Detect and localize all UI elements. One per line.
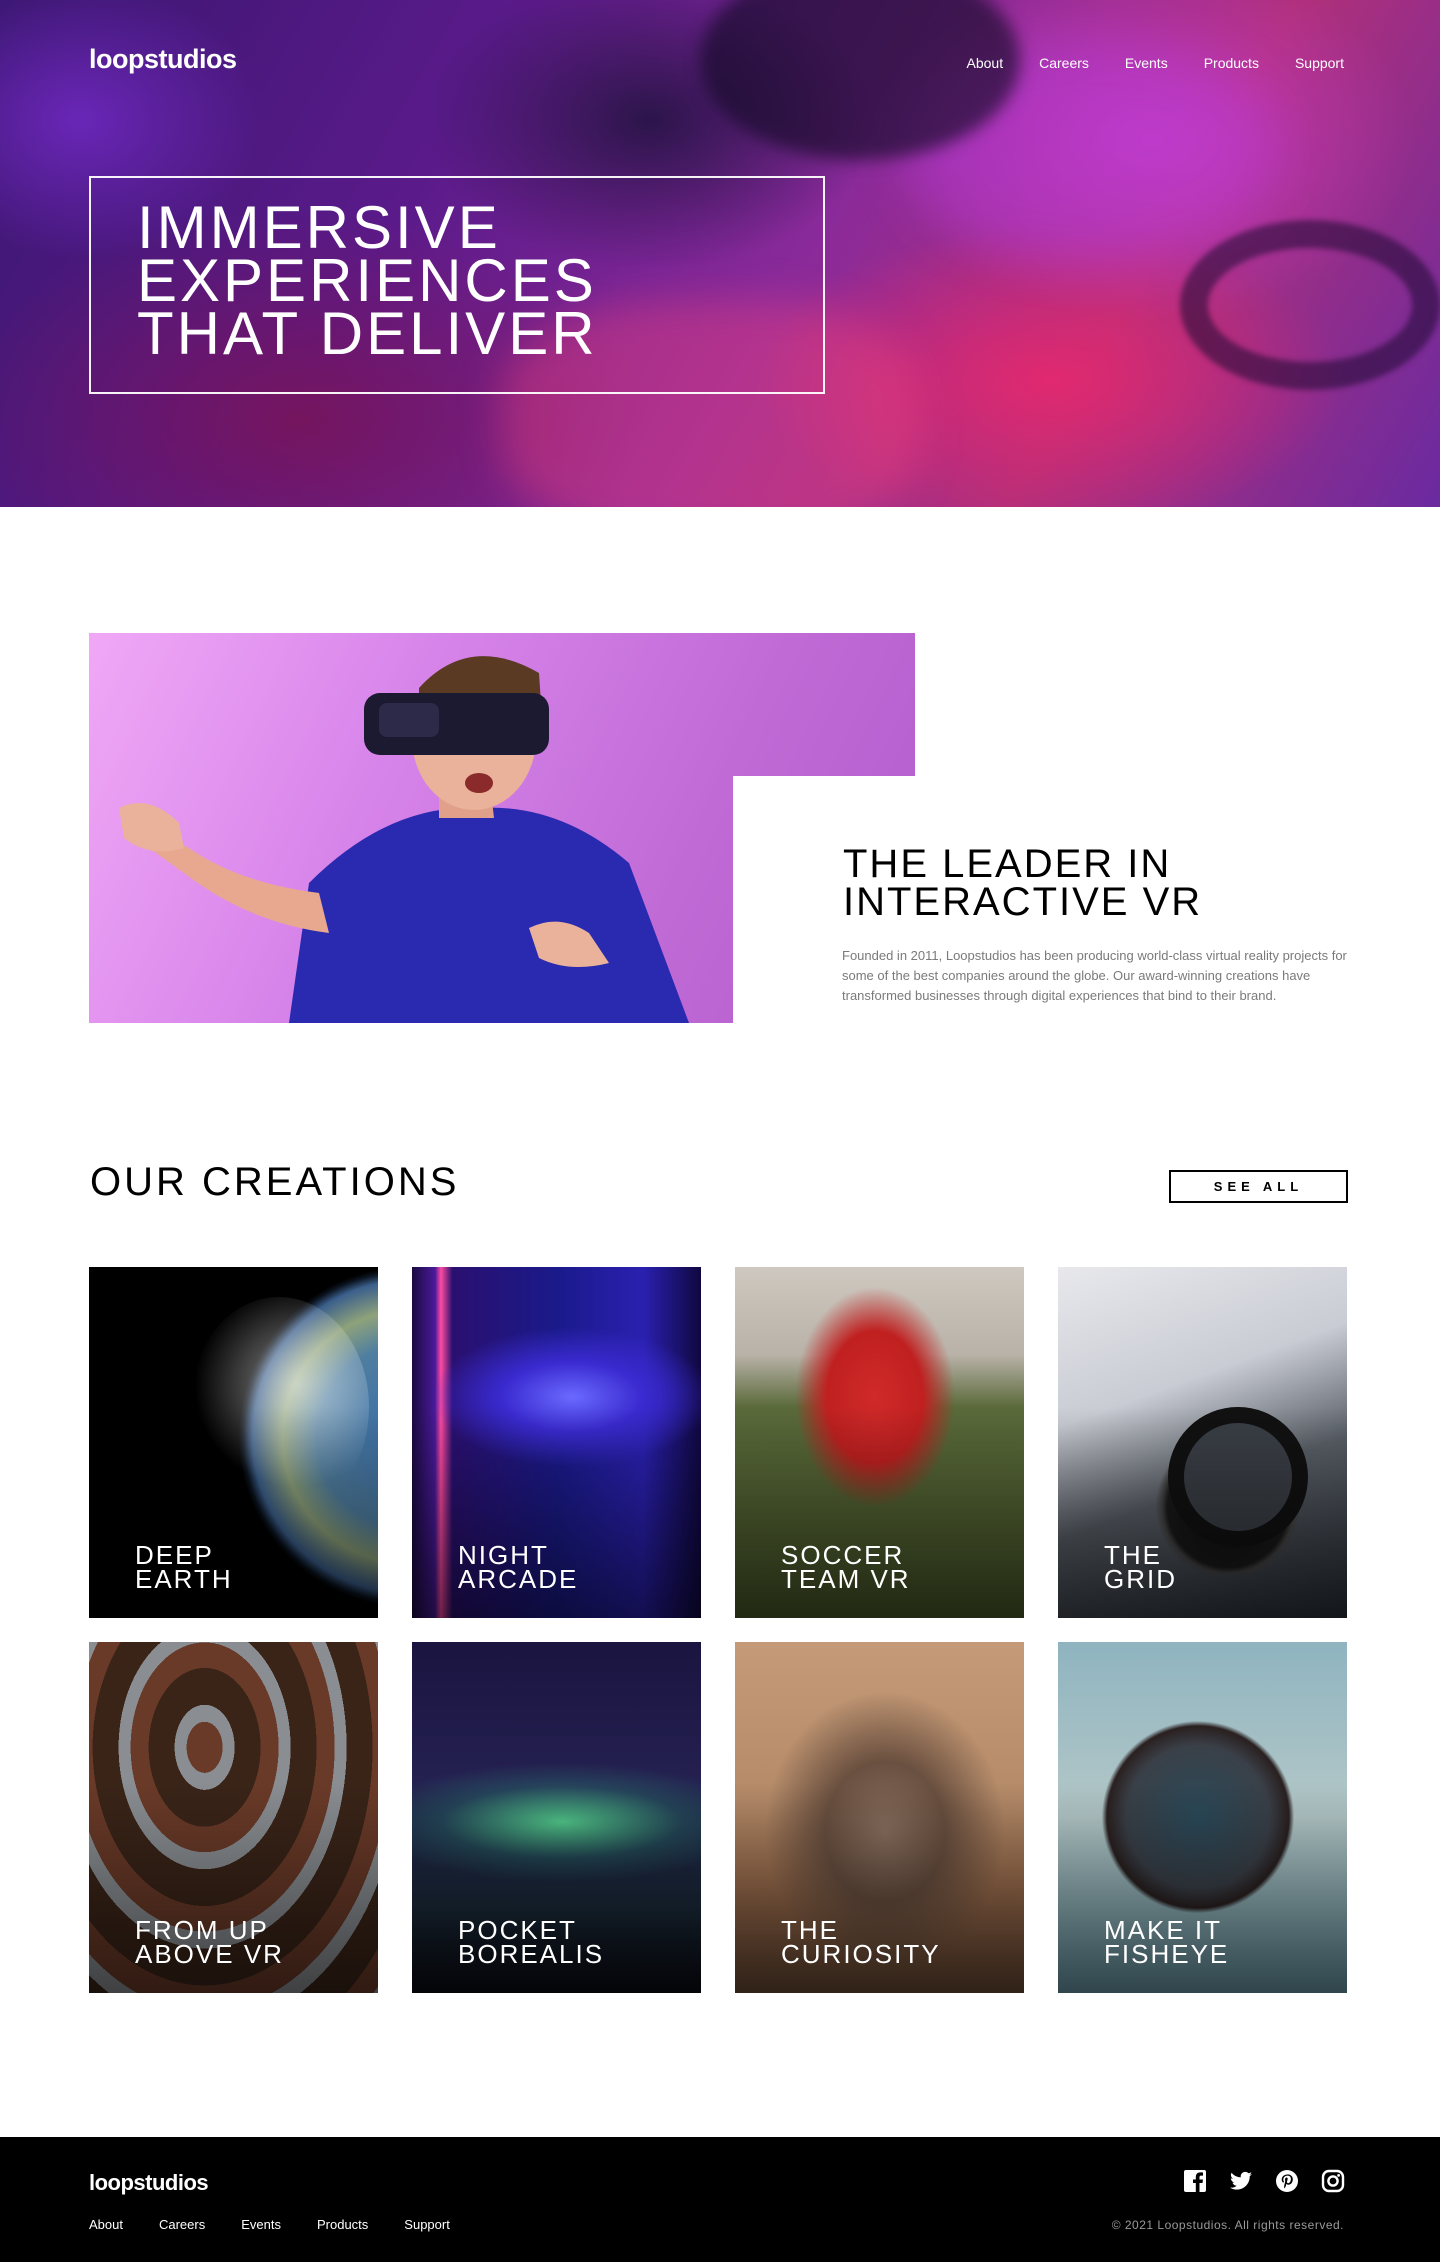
- instagram-icon[interactable]: [1321, 2169, 1345, 2193]
- footer-link-events[interactable]: Events: [241, 2217, 281, 2232]
- creations-title: OUR CREATIONS: [90, 1160, 460, 1204]
- copyright-text: © 2021 Loopstudios. All rights reserved.: [1111, 2218, 1344, 2232]
- footer-logo[interactable]: loopstudios: [89, 2170, 209, 2196]
- intro-text: Founded in 2011, Loopstudios has been pr…: [842, 948, 1347, 1003]
- hero-section: loopstudios About Careers Events Product…: [0, 0, 1440, 507]
- footer-link-careers[interactable]: Careers: [159, 2217, 205, 2232]
- nav-link-careers[interactable]: Careers: [1039, 55, 1089, 71]
- creation-card-label: FROM UP ABOVE VR: [135, 1915, 284, 1969]
- creation-card-the-curiosity[interactable]: THE CURIOSITY: [735, 1642, 1024, 1993]
- creation-card-deep-earth[interactable]: DEEP EARTH: [89, 1267, 378, 1618]
- see-all-button[interactable]: SEE ALL: [1169, 1170, 1348, 1203]
- main-nav: About Careers Events Products Support: [967, 55, 1345, 71]
- footer-nav: About Careers Events Products Support: [89, 2217, 450, 2232]
- creation-card-label: DEEP EARTH: [135, 1540, 233, 1594]
- facebook-icon[interactable]: [1183, 2169, 1207, 2193]
- creation-card-make-it-fisheye[interactable]: MAKE IT FISHEYE: [1058, 1642, 1347, 1993]
- social-links: [1183, 2169, 1345, 2193]
- hero-background-steering-wheel: [1180, 220, 1440, 390]
- hero-title: IMMERSIVE EXPERIENCES THAT DELIVER: [137, 194, 598, 367]
- creation-card-label: SOCCER TEAM VR: [781, 1540, 911, 1594]
- creation-card-label: THE GRID: [1104, 1540, 1177, 1594]
- creation-card-night-arcade[interactable]: NIGHT ARCADE: [412, 1267, 701, 1618]
- creation-card-pocket-borealis[interactable]: POCKET BOREALIS: [412, 1642, 701, 1993]
- creation-card-label: MAKE IT FISHEYE: [1104, 1915, 1230, 1969]
- pinterest-icon[interactable]: [1275, 2169, 1299, 2193]
- creation-card-from-up-above-vr[interactable]: FROM UP ABOVE VR: [89, 1642, 378, 1993]
- nav-link-support[interactable]: Support: [1295, 55, 1344, 71]
- nav-link-events[interactable]: Events: [1125, 55, 1168, 71]
- creation-card-label: THE CURIOSITY: [781, 1915, 941, 1969]
- nav-link-about[interactable]: About: [967, 55, 1004, 71]
- creation-card-label: NIGHT ARCADE: [458, 1540, 579, 1594]
- footer-link-support[interactable]: Support: [404, 2217, 450, 2232]
- site-footer: loopstudios About Careers Events Product…: [0, 2137, 1440, 2262]
- site-logo[interactable]: loopstudios: [89, 44, 237, 75]
- footer-link-about[interactable]: About: [89, 2217, 123, 2232]
- twitter-icon[interactable]: [1229, 2169, 1253, 2193]
- creation-card-label: POCKET BOREALIS: [458, 1915, 605, 1969]
- creation-card-soccer-team-vr[interactable]: SOCCER TEAM VR: [735, 1267, 1024, 1618]
- footer-link-products[interactable]: Products: [317, 2217, 368, 2232]
- intro-title: THE LEADER IN INTERACTIVE VR: [843, 842, 1203, 924]
- nav-link-products[interactable]: Products: [1204, 55, 1259, 71]
- creation-card-the-grid[interactable]: THE GRID: [1058, 1267, 1347, 1618]
- hero-title-box: IMMERSIVE EXPERIENCES THAT DELIVER: [89, 176, 825, 394]
